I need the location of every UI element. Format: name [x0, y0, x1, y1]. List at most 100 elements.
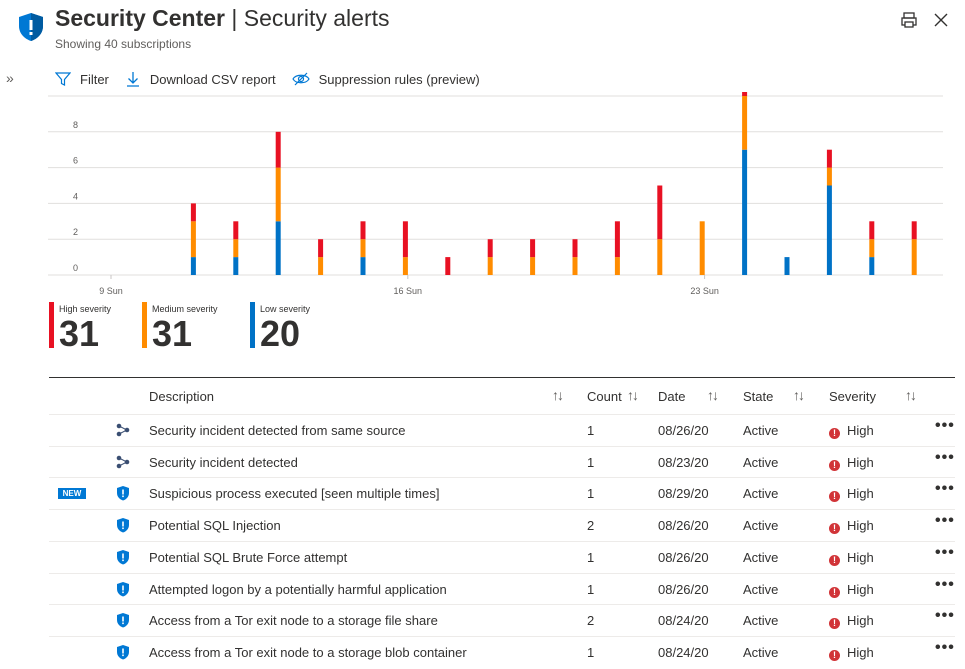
alert-date: 08/26/20: [658, 423, 709, 438]
chart-bar-segment[interactable]: [826, 149, 832, 168]
high-severity-bar: [49, 302, 54, 348]
download-icon: [126, 72, 139, 87]
high-severity-count: 31: [59, 313, 100, 354]
y-tick-label: 4: [73, 191, 78, 201]
chart-bar-segment[interactable]: [402, 221, 408, 258]
alert-count: 1: [587, 644, 595, 660]
table-header: Description ↑↓ Count ↑↓ Date ↑↓ State ↑↓…: [49, 380, 955, 413]
table-row[interactable]: Security incident detected from same sou…: [49, 414, 955, 446]
shield-icon: [115, 517, 131, 533]
filter-button[interactable]: Filter: [55, 71, 109, 87]
chart-bar-segment[interactable]: [360, 257, 366, 275]
chart-bar-segment[interactable]: [530, 257, 536, 275]
chart-bar-segment[interactable]: [233, 239, 239, 258]
chart-bar-segment[interactable]: [445, 257, 451, 275]
chart-bar-segment[interactable]: [275, 131, 281, 168]
chart-bar-segment[interactable]: [572, 257, 578, 275]
high-severity-icon: !: [829, 459, 840, 471]
table-row[interactable]: Access from a Tor exit node to a storage…: [49, 635, 955, 668]
row-more-button[interactable]: •••: [935, 512, 955, 530]
sort-description-icon[interactable]: ↑↓: [552, 387, 564, 403]
alert-description: Attempted logon by a potentially harmful…: [149, 581, 447, 597]
row-more-button[interactable]: •••: [935, 417, 955, 435]
chart-bar-segment[interactable]: [614, 257, 620, 275]
chart-bar-segment[interactable]: [233, 257, 239, 275]
y-tick-label: 6: [73, 156, 78, 166]
chart-bar-segment[interactable]: [487, 239, 493, 258]
sort-count-icon[interactable]: ↑↓: [627, 387, 639, 403]
alert-severity: ! High: [829, 645, 874, 661]
chart-bar-segment[interactable]: [911, 221, 917, 240]
chart-bar-segment[interactable]: [869, 257, 875, 275]
alert-severity: ! High: [829, 486, 874, 503]
alert-severity: ! High: [829, 518, 874, 535]
chart-bar-segment[interactable]: [911, 239, 917, 275]
sort-state-icon[interactable]: ↑↓: [793, 387, 805, 403]
suppression-label: Suppression rules (preview): [318, 71, 480, 87]
alert-date: 08/26/20: [658, 518, 709, 534]
chart-bar-segment[interactable]: [190, 203, 196, 222]
alert-severity: ! High: [829, 613, 874, 630]
row-more-button[interactable]: •••: [935, 544, 955, 562]
alert-state: Active: [743, 454, 779, 470]
chart-bar-segment[interactable]: [318, 257, 324, 275]
row-more-button[interactable]: •••: [935, 576, 955, 594]
chart-bar-segment[interactable]: [360, 239, 366, 258]
chart-bar-segment[interactable]: [869, 239, 875, 258]
chart-bar-segment[interactable]: [190, 257, 196, 275]
alert-severity-label: High: [847, 454, 874, 470]
download-label: Download CSV report: [149, 71, 276, 87]
row-more-button[interactable]: •••: [935, 480, 955, 498]
expand-sidebar-icon[interactable]: »: [6, 70, 14, 86]
high-severity-icon: !: [829, 428, 840, 439]
chart-bar-segment[interactable]: [657, 239, 663, 275]
chart-bar-segment[interactable]: [742, 149, 748, 275]
close-icon[interactable]: [931, 10, 951, 30]
shield-icon: [115, 644, 131, 660]
chart-bar-segment[interactable]: [487, 257, 493, 275]
chart-bar-segment[interactable]: [742, 96, 748, 150]
chart-bar-segment[interactable]: [826, 185, 832, 276]
medium-severity-summary: Medium severity 31: [142, 302, 242, 354]
table-row[interactable]: Access from a Tor exit node to a storage…: [49, 604, 955, 636]
chart-bar-segment[interactable]: [826, 167, 832, 186]
download-csv-button[interactable]: Download CSV report: [125, 71, 276, 87]
table-row[interactable]: Potential SQL Brute Force attempt 1 08/26/…: [49, 540, 955, 573]
alert-severity-label: High: [847, 549, 874, 565]
alert-severity-label: High: [847, 613, 874, 629]
chart-bar-segment[interactable]: [699, 221, 705, 275]
table-row[interactable]: NEW Suspicious process executed [seen mul…: [49, 477, 955, 509]
column-count[interactable]: Count: [587, 389, 622, 404]
column-severity[interactable]: Severity: [829, 389, 876, 404]
sort-date-icon[interactable]: ↑↓: [707, 387, 719, 403]
shield-icon: [115, 612, 131, 628]
column-date[interactable]: Date: [658, 389, 685, 404]
row-more-button[interactable]: •••: [935, 607, 955, 625]
chart-bar-segment[interactable]: [190, 221, 196, 258]
chart-bar-segment[interactable]: [784, 257, 790, 275]
row-more-button[interactable]: •••: [935, 639, 955, 657]
chart-bar-segment[interactable]: [275, 167, 281, 222]
y-tick-label: 0: [73, 263, 78, 273]
column-state[interactable]: State: [743, 389, 773, 404]
chart-bar-segment[interactable]: [742, 92, 748, 96]
chart-bar-segment[interactable]: [402, 257, 408, 275]
sort-severity-icon[interactable]: ↑↓: [905, 387, 917, 403]
chart-bar-segment[interactable]: [572, 239, 578, 258]
chart-bar-segment[interactable]: [530, 239, 536, 258]
print-icon[interactable]: [899, 10, 919, 30]
chart-bar-segment[interactable]: [360, 221, 366, 240]
table-row[interactable]: Potential SQL Injection 2 08/26/20 Active! H…: [49, 509, 955, 541]
alert-state: Active: [743, 423, 779, 438]
chart-bar-segment[interactable]: [275, 221, 281, 275]
table-row[interactable]: Security incident detected 1 08/23/20 Activ…: [49, 445, 955, 478]
chart-bar-segment[interactable]: [233, 221, 239, 240]
chart-bar-segment[interactable]: [614, 221, 620, 258]
table-row[interactable]: Attempted logon by a potentially harmful…: [49, 572, 955, 605]
column-description[interactable]: Description: [149, 389, 214, 404]
chart-bar-segment[interactable]: [657, 185, 663, 240]
chart-bar-segment[interactable]: [869, 221, 875, 240]
row-more-button[interactable]: •••: [935, 449, 955, 467]
chart-bar-segment[interactable]: [318, 239, 324, 258]
suppression-rules-button[interactable]: Suppression rules (preview): [291, 71, 480, 87]
